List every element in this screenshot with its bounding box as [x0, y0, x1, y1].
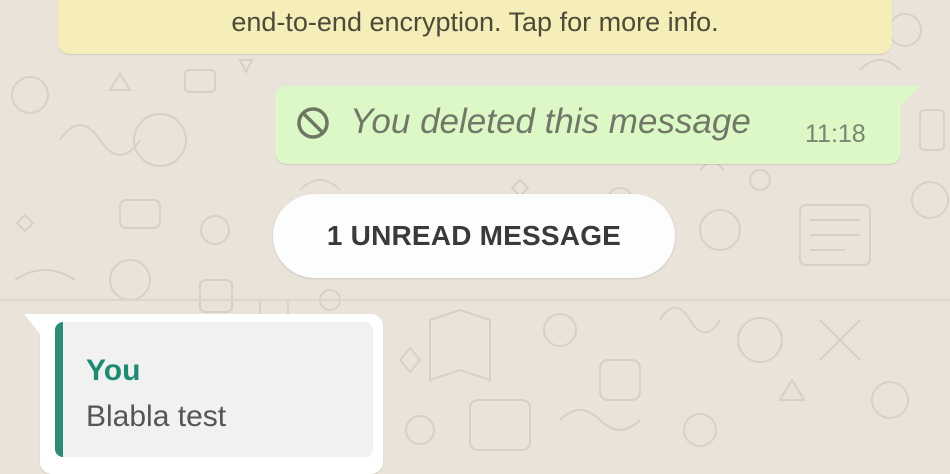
quoted-message[interactable]: You Blabla test: [55, 322, 373, 457]
incoming-message[interactable]: You Blabla test: [40, 314, 383, 474]
unread-messages-divider: 1 UNREAD MESSAGE: [273, 194, 675, 278]
quote-accent-bar: [55, 322, 63, 457]
quote-text: Blabla test: [86, 400, 227, 433]
encryption-banner[interactable]: end-to-end encryption. Tap for more info…: [58, 0, 892, 54]
unread-messages-label: 1 UNREAD MESSAGE: [326, 220, 622, 251]
incoming-bubble-tail: [24, 314, 40, 334]
outgoing-bubble-tail: [901, 86, 919, 106]
message-timestamp: 11:18: [805, 120, 866, 148]
outgoing-message[interactable]: You deleted this message 11:18: [275, 86, 901, 164]
blocked-icon: [297, 107, 329, 139]
encryption-banner-text: end-to-end encryption. Tap for more info…: [231, 7, 719, 37]
quote-author: You: [86, 354, 141, 387]
deleted-message-text: You deleted this message: [350, 102, 751, 141]
